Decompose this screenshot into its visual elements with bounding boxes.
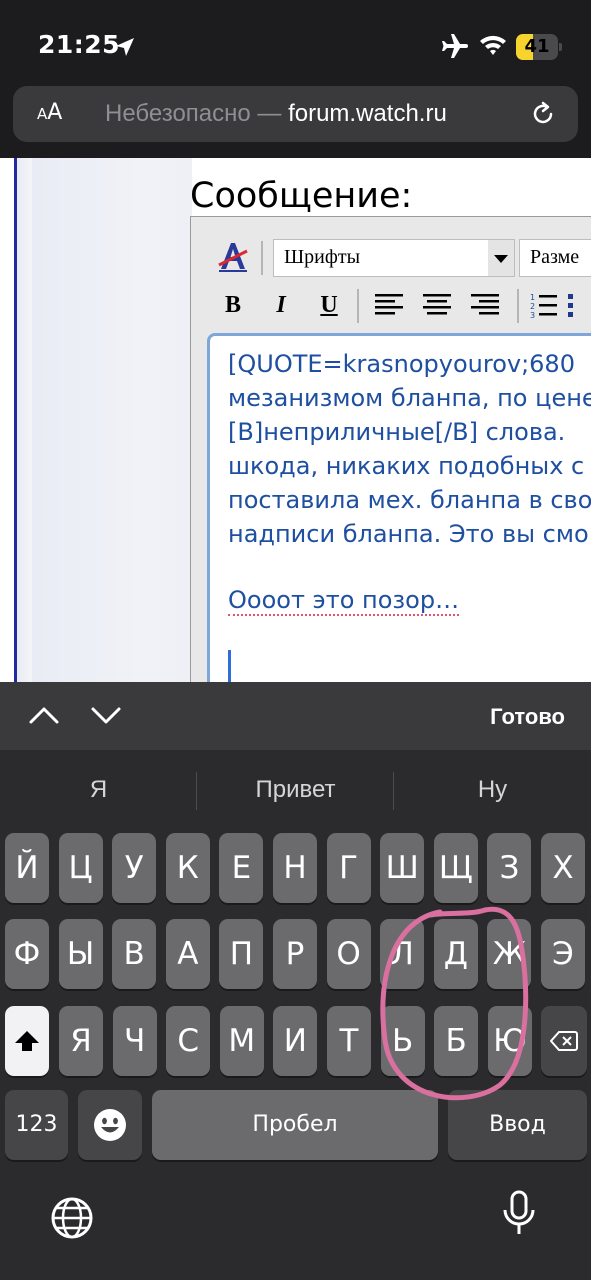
key-letter[interactable]: Й <box>5 833 49 903</box>
key-letter[interactable]: Щ <box>433 833 478 903</box>
text-caret <box>228 650 231 682</box>
browser-top-bar: 21:25 41 AA Небезопасно — forum.watch.ru <box>0 0 591 158</box>
key-letter[interactable]: М <box>219 1006 264 1076</box>
location-arrow-icon <box>116 38 134 56</box>
key-letter[interactable]: И <box>273 1006 318 1076</box>
svg-text:1: 1 <box>530 293 535 302</box>
underline-button[interactable]: U <box>313 289 345 321</box>
space-key[interactable]: Пробел <box>152 1090 438 1160</box>
font-family-select[interactable]: Шрифты <box>273 239 515 277</box>
insecure-label: Небезопасно — <box>105 100 289 127</box>
battery-indicator: 41 <box>516 34 562 60</box>
editor-line: мезанизмом бланпа, по цене <box>228 384 591 412</box>
key-letter[interactable]: Ч <box>112 1006 157 1076</box>
key-letter[interactable]: Ф <box>5 919 49 989</box>
airplane-mode-icon <box>442 34 468 58</box>
key-letter[interactable]: Х <box>541 833 585 903</box>
chevron-down-icon[interactable] <box>488 240 514 276</box>
editor-toolbar-row-2: B I U 1 2 3 <box>191 285 591 327</box>
key-letter[interactable]: У <box>112 833 157 903</box>
url-text[interactable]: Небезопасно — forum.watch.ru <box>105 100 447 128</box>
key-letter[interactable]: Н <box>273 833 317 903</box>
italic-button[interactable]: I <box>265 289 297 321</box>
key-letter[interactable]: О <box>326 919 371 989</box>
key-letter[interactable]: Б <box>434 1006 479 1076</box>
editor-toolbar-row-1: Шрифты Разме <box>191 237 591 279</box>
emoji-key[interactable] <box>78 1090 142 1160</box>
bulleted-list-icon[interactable] <box>567 291 591 321</box>
key-letter[interactable]: Э <box>541 919 585 989</box>
editor-line: поставила мех. бланпа в сво <box>228 486 591 514</box>
bold-button[interactable]: B <box>217 289 249 321</box>
editor-line: [B]неприличные[/B] слова. <box>228 418 566 446</box>
key-letter[interactable]: Я <box>59 1006 103 1076</box>
key-letter[interactable]: С <box>166 1006 211 1076</box>
key-letter[interactable]: П <box>219 919 264 989</box>
shift-key[interactable] <box>5 1006 49 1076</box>
editor-reply-line: Оооот это позор… <box>228 586 460 616</box>
text-size-button[interactable]: AA <box>37 100 62 125</box>
address-bar[interactable]: AA Небезопасно — forum.watch.ru <box>13 86 578 142</box>
key-letter[interactable]: В <box>112 919 157 989</box>
key-letter[interactable]: З <box>487 833 532 903</box>
done-button[interactable]: Готово <box>490 704 565 730</box>
key-letter[interactable]: А <box>165 919 210 989</box>
key-letter[interactable]: Л <box>380 919 425 989</box>
reload-icon[interactable] <box>529 100 557 128</box>
battery-level: 41 <box>524 36 550 57</box>
return-key[interactable]: Ввод <box>448 1090 587 1160</box>
suggestion-item[interactable]: Привет <box>197 776 394 804</box>
key-letter[interactable]: Е <box>219 833 264 903</box>
backspace-icon <box>549 1031 578 1051</box>
url-domain: forum.watch.ru <box>288 100 447 127</box>
key-letter[interactable]: Р <box>273 919 317 989</box>
key-letter[interactable]: К <box>165 833 210 903</box>
page-left-column <box>32 158 192 682</box>
key-letter[interactable]: Г <box>326 833 371 903</box>
keyboard: Я Привет Ну ЙЦУКЕНГШЩЗХ ФЫВАПРОЛДЖЭ ЯЧСМ… <box>0 750 591 1280</box>
suggestion-item[interactable]: Я <box>0 776 197 804</box>
emoji-icon <box>94 1109 126 1141</box>
web-page: Сообщение: Шрифты Разме B I U 1 2 3 [QUO… <box>0 158 591 682</box>
page-side-panel <box>17 158 32 682</box>
editor-line: надписи бланпа. Это вы смо <box>228 520 589 548</box>
remove-format-icon[interactable] <box>215 239 251 275</box>
key-letter[interactable]: Ю <box>487 1006 532 1076</box>
wifi-icon <box>480 35 506 55</box>
globe-icon[interactable] <box>50 1196 94 1240</box>
key-letter[interactable]: Ь <box>380 1006 425 1076</box>
form-accessory-bar: Готово <box>0 682 591 750</box>
message-textarea[interactable]: [QUOTE=krasnopyourov;680 мезанизмом блан… <box>207 333 591 682</box>
align-right-icon[interactable] <box>469 291 501 319</box>
microphone-icon[interactable] <box>501 1190 537 1238</box>
delete-key[interactable] <box>541 1006 587 1076</box>
message-editor: Шрифты Разме B I U 1 2 3 [QUOTE=krasnopy… <box>190 216 591 682</box>
key-letter[interactable]: Ш <box>380 833 425 903</box>
numbered-list-icon[interactable]: 1 2 3 <box>529 291 559 321</box>
editor-line: [QUOTE=krasnopyourov;680 <box>228 350 575 378</box>
key-letter[interactable]: Д <box>433 919 478 989</box>
editor-line: шкода, никаких подобных с <box>228 452 585 480</box>
key-letter[interactable]: Т <box>327 1006 371 1076</box>
align-center-icon[interactable] <box>421 291 453 319</box>
shift-arrow-icon <box>15 1031 39 1051</box>
align-left-icon[interactable] <box>373 291 405 319</box>
message-label: Сообщение: <box>190 176 413 216</box>
key-letter[interactable]: Ы <box>58 919 103 989</box>
svg-text:2: 2 <box>530 302 535 311</box>
numbers-key[interactable]: 123 <box>5 1090 68 1160</box>
chevron-up-icon[interactable] <box>28 704 60 726</box>
key-letter[interactable]: Ц <box>58 833 103 903</box>
status-time: 21:25 <box>38 30 121 59</box>
suggestion-item[interactable]: Ну <box>394 776 591 804</box>
chevron-down-icon[interactable] <box>90 704 122 726</box>
svg-text:3: 3 <box>530 311 535 320</box>
key-letter[interactable]: Ж <box>487 919 532 989</box>
font-size-select[interactable]: Разме <box>519 239 591 277</box>
